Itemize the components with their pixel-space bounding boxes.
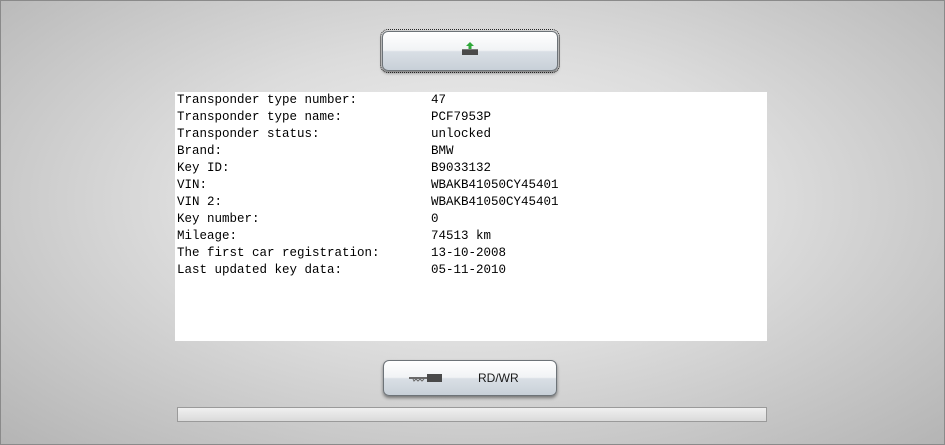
info-value: B9033132 — [431, 161, 492, 175]
info-label: VIN 2: — [177, 195, 223, 209]
info-label: VIN: — [177, 178, 208, 192]
info-value: 47 — [431, 93, 447, 107]
info-label: Key ID: — [177, 161, 230, 175]
info-value: PCF7953P — [431, 110, 492, 124]
info-value: 05-11-2010 — [431, 263, 507, 277]
info-row-key-number: Key number: 0 — [177, 212, 439, 229]
info-value: WBAKB41050CY45401 — [431, 178, 559, 192]
key-blade-icon — [409, 374, 442, 382]
info-value: 13-10-2008 — [431, 246, 507, 260]
upload-chip-icon — [462, 42, 478, 55]
info-row-first-registration: The first car registration: 13-10-2008 — [177, 246, 506, 263]
info-row-key-id: Key ID: B9033132 — [177, 161, 491, 178]
info-row-last-updated: Last updated key data: 05-11-2010 — [177, 263, 506, 280]
read-key-button[interactable] — [380, 29, 560, 73]
info-row-transponder-type-number: Transponder type number: 47 — [177, 93, 446, 110]
info-label: Last updated key data: — [177, 263, 343, 277]
info-label: The first car registration: — [177, 246, 380, 260]
info-label: Key number: — [177, 212, 260, 226]
info-label: Transponder type name: — [177, 110, 343, 124]
info-label: Transponder type number: — [177, 93, 358, 107]
info-label: Brand: — [177, 144, 223, 158]
progress-bar — [177, 407, 767, 422]
info-row-transponder-status: Transponder status: unlocked — [177, 127, 491, 144]
info-value: BMW — [431, 144, 454, 158]
info-value: 0 — [431, 212, 439, 226]
info-value: WBAKB41050CY45401 — [431, 195, 559, 209]
info-value: unlocked — [431, 127, 492, 141]
info-value: 74513 km — [431, 229, 492, 243]
info-label: Mileage: — [177, 229, 238, 243]
info-row-mileage: Mileage: 74513 km — [177, 229, 491, 246]
read-write-label: RD/WR — [478, 371, 519, 385]
info-row-vin-2: VIN 2: WBAKB41050CY45401 — [177, 195, 559, 212]
info-label: Transponder status: — [177, 127, 320, 141]
info-row-transponder-type-name: Transponder type name: PCF7953P — [177, 110, 491, 127]
key-info-panel: Transponder type number: 47 Transponder … — [175, 92, 767, 341]
read-write-button[interactable]: RD/WR — [383, 360, 557, 396]
info-row-vin: VIN: WBAKB41050CY45401 — [177, 178, 559, 195]
info-row-brand: Brand: BMW — [177, 144, 454, 161]
